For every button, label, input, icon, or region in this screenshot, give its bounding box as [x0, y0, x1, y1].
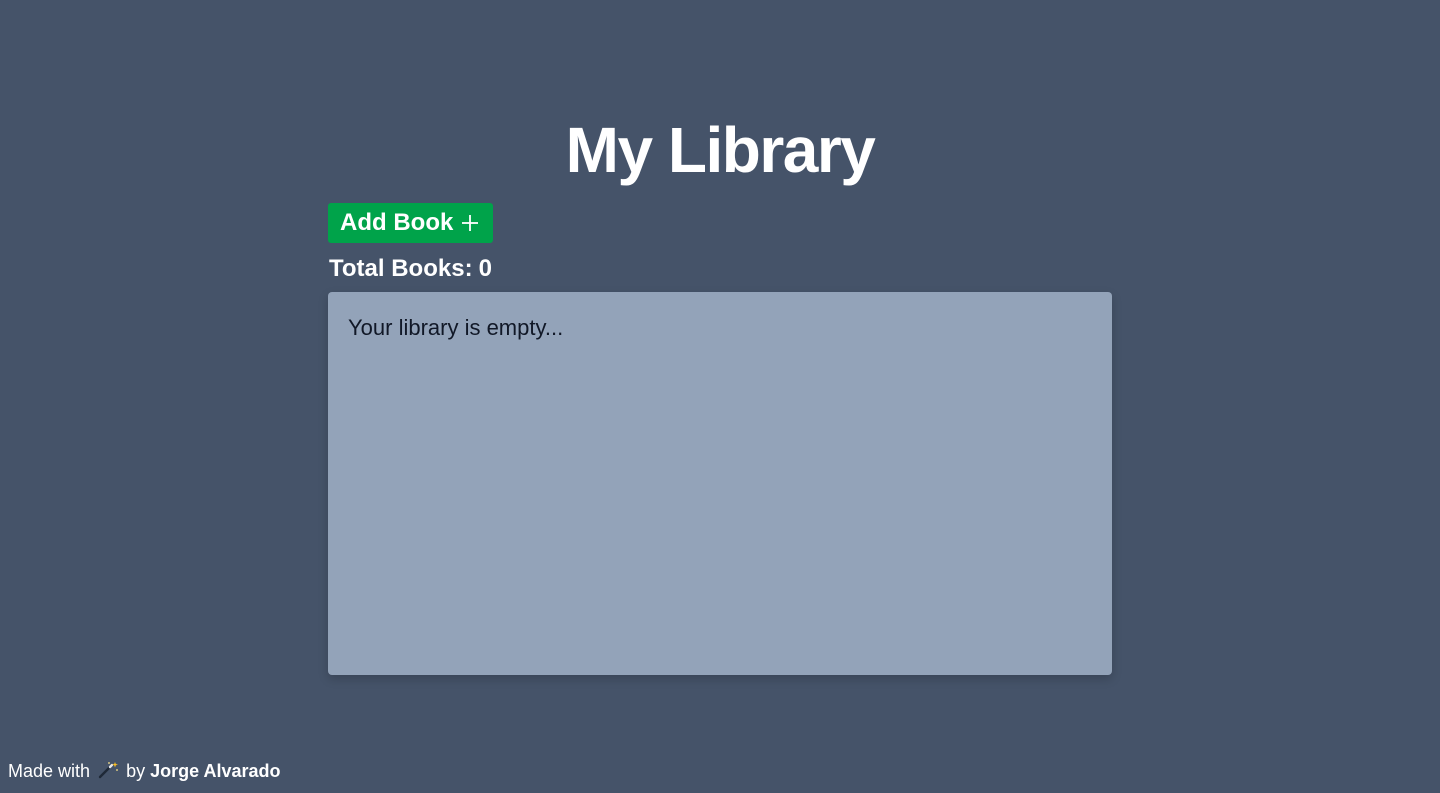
footer-by: by [126, 761, 146, 781]
add-book-button[interactable]: Add Book [328, 203, 494, 243]
magic-wand-icon [98, 762, 119, 779]
page: My Library Add Book Total Books: 0 Your l… [0, 0, 1440, 793]
empty-library-message: Your library is empty... [348, 315, 564, 340]
total-books-count: 0 [478, 255, 492, 282]
plus-icon [462, 215, 479, 231]
total-books: Total Books: 0 [328, 255, 1112, 283]
add-book-label: Add Book [340, 209, 454, 236]
page-title: My Library [565, 114, 876, 186]
library-container: Add Book Total Books: 0 Your library is e… [328, 203, 1112, 675]
library-panel: Your library is empty... [328, 292, 1112, 675]
footer: Made with by Jorge Alvarado [8, 759, 281, 783]
footer-author: Jorge Alvarado [150, 761, 281, 781]
total-books-label: Total Books: [329, 255, 473, 282]
footer-prefix: Made with [8, 761, 91, 781]
